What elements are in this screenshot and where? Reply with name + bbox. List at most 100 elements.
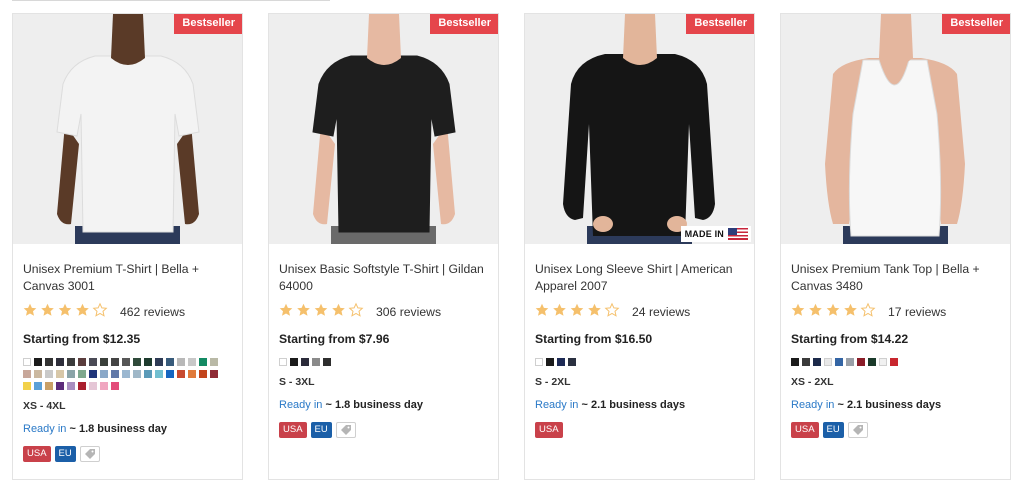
rating: 24 reviews [535, 302, 744, 320]
color-swatch[interactable] [166, 370, 174, 378]
color-swatch[interactable] [122, 370, 130, 378]
color-swatch[interactable] [23, 382, 31, 390]
color-swatch[interactable] [45, 358, 53, 366]
color-swatch[interactable] [67, 370, 75, 378]
usa-region-tag: USA [535, 422, 563, 438]
color-swatch[interactable] [791, 358, 799, 366]
color-swatch[interactable] [56, 370, 64, 378]
color-swatch[interactable] [78, 358, 86, 366]
ready-in-link[interactable]: Ready in [791, 399, 834, 411]
color-swatch[interactable] [535, 358, 543, 366]
color-swatch[interactable] [155, 370, 163, 378]
color-swatch[interactable] [89, 382, 97, 390]
ready-in-link[interactable]: Ready in [279, 399, 322, 411]
color-swatch[interactable] [45, 382, 53, 390]
color-swatch[interactable] [166, 358, 174, 366]
bestseller-badge: Bestseller [430, 14, 498, 34]
product-image[interactable]: Bestseller [269, 14, 498, 244]
product-card[interactable]: Bestseller Unisex Basic Softstyle T-Shir… [268, 13, 499, 480]
color-swatch[interactable] [546, 358, 554, 366]
price: Starting from $14.22 [791, 332, 909, 346]
color-swatch[interactable] [122, 358, 130, 366]
color-swatch[interactable] [89, 370, 97, 378]
color-swatch[interactable] [56, 382, 64, 390]
color-swatch[interactable] [890, 358, 898, 366]
color-swatch[interactable] [879, 358, 887, 366]
product-title[interactable]: Unisex Basic Softstyle T-Shirt | Gildan … [279, 261, 488, 295]
color-swatch[interactable] [210, 370, 218, 378]
color-swatch[interactable] [133, 358, 141, 366]
color-swatch[interactable] [100, 358, 108, 366]
color-swatch[interactable] [824, 358, 832, 366]
review-count[interactable]: 24 reviews [632, 305, 690, 319]
color-swatch[interactable] [67, 382, 75, 390]
color-swatch[interactable] [177, 358, 185, 366]
color-swatch[interactable] [199, 370, 207, 378]
model-photo [56, 14, 200, 244]
product-image[interactable]: Bestseller [781, 14, 1010, 244]
color-swatches [23, 358, 228, 394]
price-tag-icon[interactable] [79, 446, 100, 462]
color-swatch[interactable] [144, 358, 152, 366]
color-swatch[interactable] [111, 370, 119, 378]
size-range: S - 2XL [535, 376, 571, 388]
color-swatch[interactable] [188, 358, 196, 366]
color-swatch[interactable] [56, 358, 64, 366]
rating: 306 reviews [279, 302, 488, 320]
color-swatch[interactable] [802, 358, 810, 366]
color-swatch[interactable] [111, 358, 119, 366]
price-tag-icon[interactable] [847, 422, 868, 438]
color-swatch[interactable] [78, 370, 86, 378]
color-swatch[interactable] [279, 358, 287, 366]
color-swatch[interactable] [45, 370, 53, 378]
ready-in-link[interactable]: Ready in [23, 423, 66, 435]
color-swatch[interactable] [155, 358, 163, 366]
color-swatch[interactable] [868, 358, 876, 366]
color-swatch[interactable] [34, 370, 42, 378]
review-count[interactable]: 462 reviews [120, 305, 185, 319]
ready-in-link[interactable]: Ready in [535, 399, 578, 411]
color-swatch[interactable] [290, 358, 298, 366]
color-swatch[interactable] [210, 358, 218, 366]
color-swatch[interactable] [100, 370, 108, 378]
product-image[interactable]: Bestseller MADE IN [525, 14, 754, 244]
color-swatch[interactable] [111, 382, 119, 390]
color-swatch[interactable] [188, 370, 196, 378]
product-card[interactable]: Bestseller MADE IN Unisex Long Sleeve Sh… [524, 13, 755, 480]
color-swatch[interactable] [835, 358, 843, 366]
color-swatch[interactable] [67, 358, 75, 366]
color-swatch[interactable] [857, 358, 865, 366]
color-swatch[interactable] [813, 358, 821, 366]
product-title[interactable]: Unisex Long Sleeve Shirt | American Appa… [535, 261, 744, 295]
hand [593, 216, 613, 232]
color-swatch[interactable] [23, 358, 31, 366]
color-swatch[interactable] [78, 382, 86, 390]
fulfillment-time: Ready in ~ 2.1 business days [791, 399, 1000, 411]
review-count[interactable]: 306 reviews [376, 305, 441, 319]
color-swatch[interactable] [100, 382, 108, 390]
color-swatch[interactable] [323, 358, 331, 366]
color-swatch[interactable] [177, 370, 185, 378]
neck [111, 14, 145, 65]
product-image[interactable]: Bestseller [13, 14, 242, 244]
color-swatch[interactable] [89, 358, 97, 366]
price-tag-icon[interactable] [335, 422, 356, 438]
color-swatch[interactable] [34, 358, 42, 366]
color-swatch[interactable] [144, 370, 152, 378]
color-swatch[interactable] [301, 358, 309, 366]
review-count[interactable]: 17 reviews [888, 305, 946, 319]
color-swatch[interactable] [23, 370, 31, 378]
color-swatch[interactable] [133, 370, 141, 378]
color-swatch[interactable] [34, 382, 42, 390]
color-swatch[interactable] [312, 358, 320, 366]
color-swatches [535, 358, 740, 370]
product-card[interactable]: Bestseller Unisex Premium Tank Top | Bel… [780, 13, 1011, 480]
color-swatch[interactable] [846, 358, 854, 366]
rating: 17 reviews [791, 302, 1000, 320]
product-title[interactable]: Unisex Premium T-Shirt | Bella + Canvas … [23, 261, 232, 295]
product-card[interactable]: Bestseller Unisex Premium T-Shirt | Bell… [12, 13, 243, 480]
color-swatch[interactable] [568, 358, 576, 366]
product-title[interactable]: Unisex Premium Tank Top | Bella + Canvas… [791, 261, 1000, 295]
color-swatch[interactable] [199, 358, 207, 366]
color-swatch[interactable] [557, 358, 565, 366]
